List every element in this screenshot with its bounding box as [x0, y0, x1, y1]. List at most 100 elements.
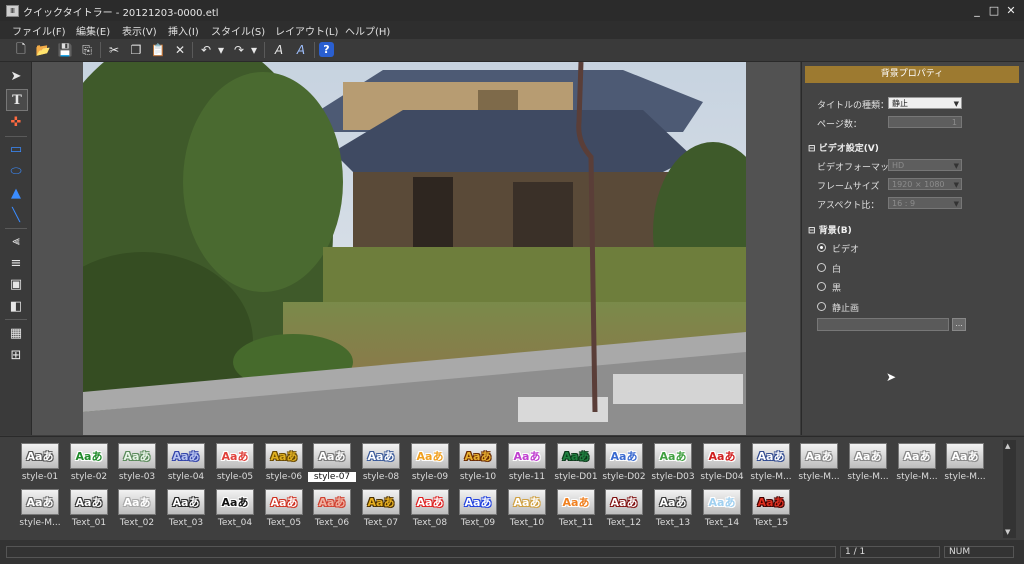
style-preset[interactable]: Aaあ style-D01 [552, 443, 600, 487]
undo-icon[interactable]: ↶ [197, 41, 215, 59]
style-preset[interactable]: Aaあ style-D04 [698, 443, 746, 487]
gallery-scrollbar[interactable]: ▲ ▼ [1003, 440, 1016, 538]
style-preview[interactable]: Aaあ [118, 489, 156, 515]
scroll-up-icon[interactable]: ▲ [1005, 442, 1010, 450]
style-preset[interactable]: Aaあ style-11 [503, 443, 551, 487]
select-arrow-icon[interactable]: ➤ [6, 66, 26, 86]
style-preset[interactable]: Aaあ Text_11 [552, 489, 600, 533]
style-preview[interactable]: Aaあ [216, 443, 254, 469]
style-preview[interactable]: Aaあ [800, 443, 838, 469]
table-icon[interactable]: ⊞ [6, 345, 26, 365]
style-preset[interactable]: Aaあ style-08 [357, 443, 405, 487]
background-video-preview[interactable] [83, 62, 746, 435]
style-preview[interactable]: Aaあ [362, 443, 400, 469]
menu-edit[interactable]: 編集(E) [76, 23, 110, 38]
style-preview[interactable]: Aaあ [411, 489, 449, 515]
style-preset[interactable]: Aaあ Text_04 [211, 489, 259, 533]
copy-icon[interactable]: ❐ [127, 41, 145, 59]
style-preset[interactable]: Aaあ Text_13 [649, 489, 697, 533]
style-preset[interactable]: Aaあ style-D02 [600, 443, 648, 487]
text-effect-icon[interactable]: A [292, 41, 310, 59]
redo-dropdown-icon[interactable]: ▾ [248, 41, 260, 59]
style-preset[interactable]: Aaあ style-02 [65, 443, 113, 487]
align-center-icon[interactable]: ≡ [6, 253, 26, 273]
style-preset[interactable]: Aaあ style-M... [893, 443, 941, 487]
radio-video[interactable] [817, 243, 826, 252]
style-preset[interactable]: Aaあ Text_12 [600, 489, 648, 533]
style-preview[interactable]: Aaあ [411, 443, 449, 469]
style-preview[interactable]: Aaあ [167, 489, 205, 515]
save-all-icon[interactable]: ⎘ [78, 41, 96, 59]
style-preset[interactable]: Aaあ style-M... [844, 443, 892, 487]
style-preview[interactable]: Aaあ [703, 443, 741, 469]
frame-icon[interactable]: ▣ [6, 274, 26, 294]
help-icon[interactable]: ? [319, 42, 334, 57]
style-preset[interactable]: Aaあ style-10 [454, 443, 502, 487]
style-preset[interactable]: Aaあ Text_10 [503, 489, 551, 533]
style-preview[interactable]: Aaあ [313, 489, 351, 515]
style-preview[interactable]: Aaあ [21, 443, 59, 469]
style-preset[interactable]: Aaあ style-03 [113, 443, 161, 487]
style-preview[interactable]: Aaあ [265, 489, 303, 515]
style-preview[interactable]: Aaあ [70, 443, 108, 469]
line-tool-icon[interactable]: ╲ [6, 205, 26, 225]
app-icon[interactable]: Ⅲ [6, 5, 19, 17]
menu-insert[interactable]: 挿入(I) [168, 23, 199, 38]
style-preview[interactable]: Aaあ [654, 489, 692, 515]
browse-button[interactable]: ... [952, 318, 966, 331]
style-preview[interactable]: Aaあ [167, 443, 205, 469]
background-section[interactable]: ⊟ 背景(B) [808, 223, 852, 236]
text-tool-icon[interactable]: T [6, 89, 28, 111]
style-preview[interactable]: Aaあ [216, 489, 254, 515]
ellipse-tool-icon[interactable]: ⬭ [6, 161, 26, 181]
style-preview[interactable]: Aaあ [459, 443, 497, 469]
style-preview[interactable]: Aaあ [265, 443, 303, 469]
style-preview[interactable]: Aaあ [70, 489, 108, 515]
open-icon[interactable]: 📂 [34, 41, 52, 59]
triangle-tool-icon[interactable]: ▲ [6, 183, 26, 203]
style-preview[interactable]: Aaあ [21, 489, 59, 515]
style-preset[interactable]: Aaあ style-M... [16, 489, 64, 533]
style-preset[interactable]: Aaあ style-09 [406, 443, 454, 487]
style-preset[interactable]: Aaあ style-06 [260, 443, 308, 487]
maximize-button[interactable]: □ [987, 4, 1001, 17]
minimize-button[interactable]: _ [970, 4, 984, 17]
video-format-select[interactable]: HD ▼ [888, 159, 962, 171]
style-preview[interactable]: Aaあ [849, 443, 887, 469]
style-preset[interactable]: Aaあ style-07 [308, 443, 356, 487]
frame-size-select[interactable]: 1920 × 1080 ▼ [888, 178, 962, 190]
style-preset[interactable]: Aaあ Text_01 [65, 489, 113, 533]
style-preset[interactable]: Aaあ Text_14 [698, 489, 746, 533]
style-preview[interactable]: Aaあ [313, 443, 351, 469]
style-preview[interactable]: Aaあ [459, 489, 497, 515]
style-preset[interactable]: Aaあ Text_06 [308, 489, 356, 533]
style-preset[interactable]: Aaあ style-M... [795, 443, 843, 487]
menu-style[interactable]: スタイル(S) [211, 23, 265, 38]
rectangle-tool-icon[interactable]: ▭ [6, 139, 26, 159]
style-preview[interactable]: Aaあ [362, 489, 400, 515]
style-preset[interactable]: Aaあ Text_03 [162, 489, 210, 533]
style-preset[interactable]: Aaあ style-01 [16, 443, 64, 487]
style-preview[interactable]: Aaあ [508, 489, 546, 515]
grid-icon[interactable]: ▦ [6, 323, 26, 343]
scroll-down-icon[interactable]: ▼ [1005, 528, 1010, 536]
undo-dropdown-icon[interactable]: ▾ [215, 41, 227, 59]
style-preset[interactable]: Aaあ Text_05 [260, 489, 308, 533]
style-preview[interactable]: Aaあ [654, 443, 692, 469]
save-icon[interactable]: 💾 [56, 41, 74, 59]
cut-icon[interactable]: ✂ [105, 41, 123, 59]
style-preset[interactable]: Aaあ Text_07 [357, 489, 405, 533]
style-preview[interactable]: Aaあ [752, 489, 790, 515]
style-preview[interactable]: Aaあ [752, 443, 790, 469]
style-preview[interactable]: Aaあ [557, 489, 595, 515]
crop-tool-icon[interactable]: ✜ [6, 112, 26, 132]
style-preview[interactable]: Aaあ [605, 443, 643, 469]
image-path-field[interactable] [817, 318, 949, 331]
style-preview[interactable]: Aaあ [946, 443, 984, 469]
page-count-stepper[interactable]: 1 [888, 116, 962, 128]
style-preset[interactable]: Aaあ style-05 [211, 443, 259, 487]
text-style-icon[interactable]: A [270, 41, 288, 59]
delete-icon[interactable]: ✕ [171, 41, 189, 59]
style-preview[interactable]: Aaあ [118, 443, 156, 469]
style-preset[interactable]: Aaあ style-04 [162, 443, 210, 487]
